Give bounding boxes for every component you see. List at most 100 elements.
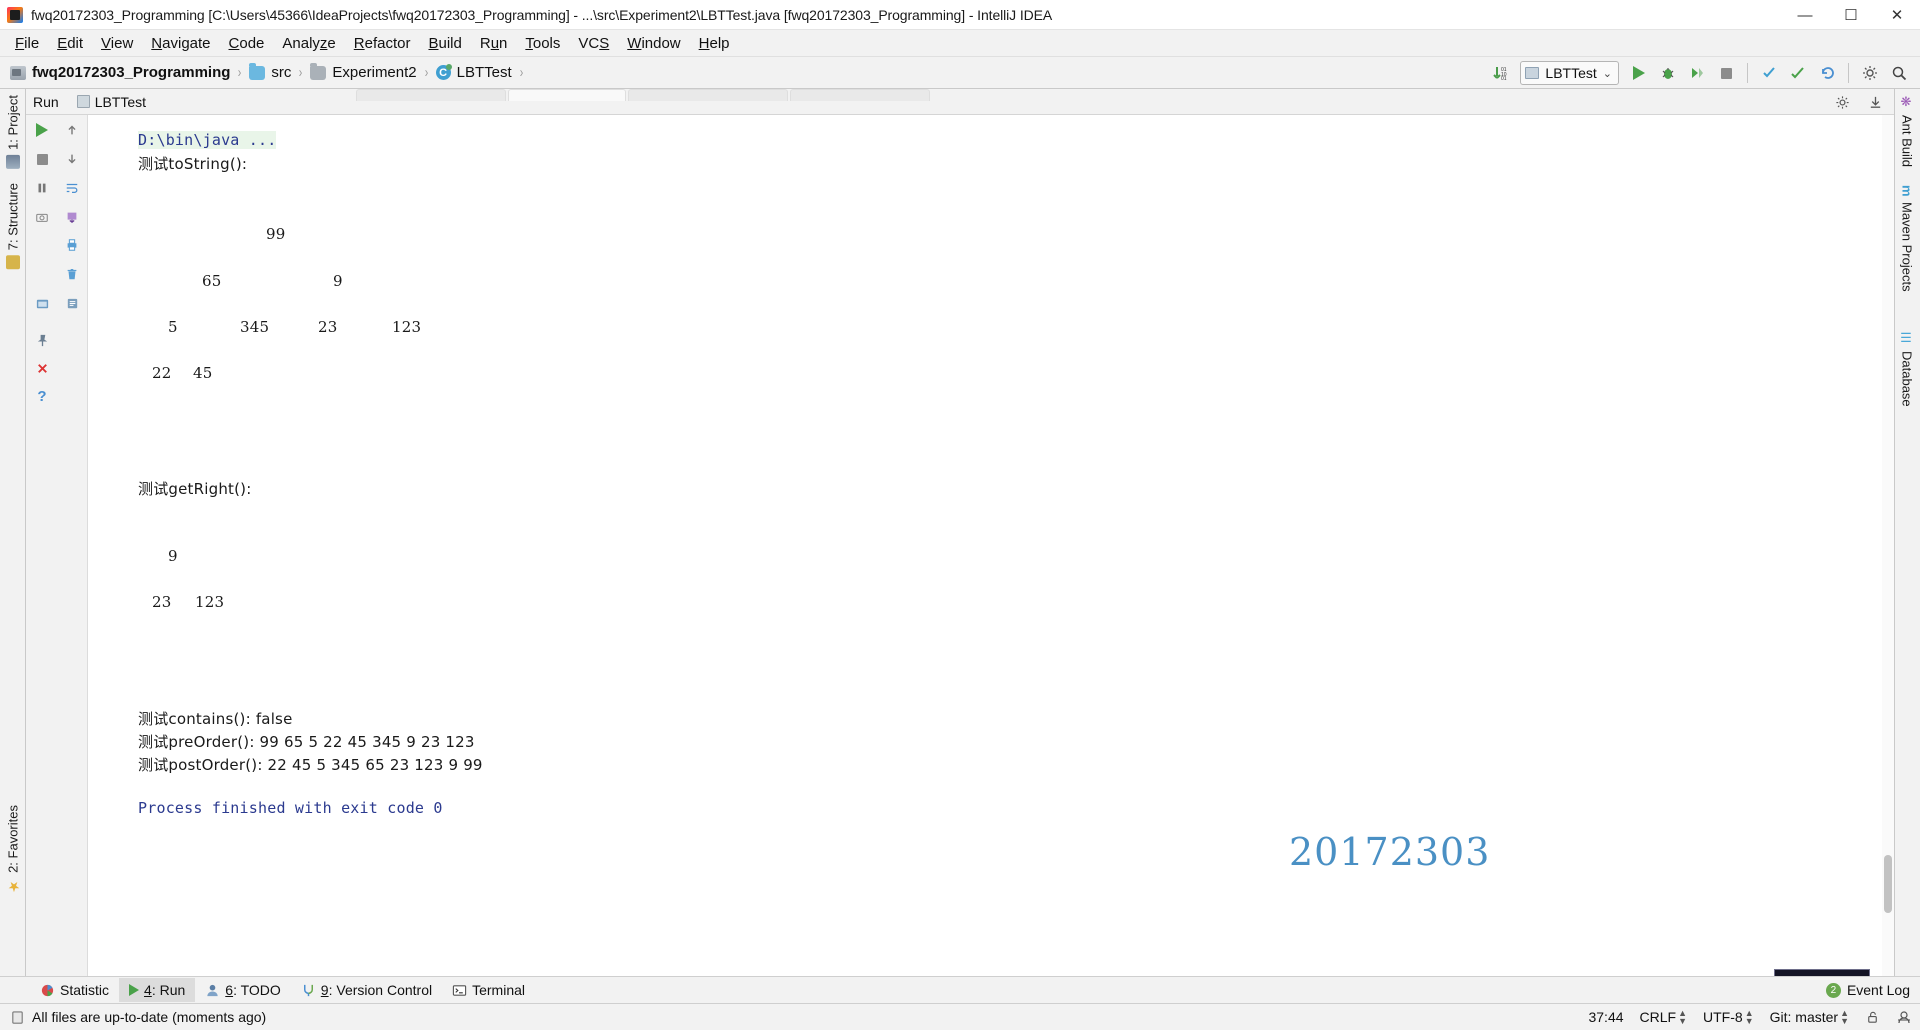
unlocked-icon[interactable] — [1865, 1010, 1880, 1025]
rollback-icon[interactable] — [1814, 60, 1840, 86]
debug-button[interactable] — [1655, 60, 1681, 86]
encoding-selector[interactable]: UTF-8 ▲ ▼ — [1703, 1009, 1754, 1026]
toolbar-divider — [1747, 63, 1748, 83]
menu-tools[interactable]: Tools — [516, 32, 569, 55]
print-button[interactable] — [59, 232, 85, 258]
bottom-tab-run-label: 4: Run — [144, 982, 186, 998]
bottom-tab-terminal[interactable]: Terminal — [442, 978, 535, 1002]
close-button[interactable] — [29, 355, 55, 381]
menu-edit[interactable]: Edit — [48, 32, 92, 55]
run-config-icon — [1525, 67, 1540, 79]
breadcrumb-separator: › — [519, 64, 523, 81]
export-button[interactable] — [29, 290, 55, 316]
tree-node: 5 — [168, 318, 178, 336]
run-configuration-selector[interactable]: LBTTest ⌄ — [1520, 61, 1619, 85]
menu-file[interactable]: File — [6, 32, 48, 55]
breadcrumb-item-experiment2[interactable]: Experiment2 — [310, 62, 417, 81]
menu-code[interactable]: Code — [220, 32, 274, 55]
tree-node: 123 — [392, 318, 422, 336]
line-separator-label: CRLF — [1639, 1009, 1677, 1025]
inspector-icon[interactable] — [1896, 1009, 1912, 1025]
sort-icon[interactable]: 01 10 01 — [1487, 60, 1513, 86]
sidebar-item-maven-projects[interactable]: m Maven Projects — [1894, 179, 1920, 297]
scroll-down-button[interactable] — [59, 146, 85, 172]
update-project-icon[interactable] — [1756, 60, 1782, 86]
sidebar-item-ant-build[interactable]: ❋ Ant Build — [1894, 89, 1920, 173]
pause-output-button[interactable] — [29, 175, 55, 201]
menu-run[interactable]: Run — [471, 32, 517, 55]
editor-tab[interactable] — [628, 89, 788, 101]
run-window-header-actions — [1829, 89, 1888, 115]
camera-button[interactable] — [29, 204, 55, 230]
menu-analyze[interactable]: Analyze — [273, 32, 344, 55]
console-output[interactable]: D:\bin\java ... 测试toString(): 99 65 9 5 … — [88, 115, 1894, 976]
statistic-icon — [41, 984, 54, 996]
console-line-contains: 测试contains(): false — [138, 710, 293, 728]
close-button[interactable]: ✕ — [1874, 0, 1920, 30]
bottom-tab-run[interactable]: 4: Run — [119, 978, 196, 1002]
line-separator-selector[interactable]: CRLF ▲ ▼ — [1639, 1009, 1687, 1026]
left-tool-strip: 1: Project 7: Structure ★ 2: Favorites — [0, 89, 26, 976]
minimize-button[interactable]: — — [1782, 0, 1828, 30]
breadcrumb-src-label: src — [271, 64, 292, 81]
sidebar-item-maven-projects-label: Maven Projects — [1899, 201, 1915, 292]
clear-all-button[interactable] — [59, 261, 85, 287]
soft-wrap-button[interactable] — [59, 175, 85, 201]
bottom-tab-statistic[interactable]: Statistic — [30, 978, 119, 1002]
run-with-coverage-button[interactable] — [1684, 60, 1710, 86]
run-button[interactable] — [1626, 60, 1652, 86]
console-vertical-scrollbar[interactable] — [1882, 115, 1894, 976]
tree-node: 9 — [333, 272, 343, 290]
student-id-watermark: 20172303 — [1289, 830, 1491, 874]
settings-gear-icon[interactable] — [1829, 89, 1855, 115]
event-log-label[interactable]: Event Log — [1847, 982, 1910, 998]
editor-tab[interactable] — [790, 89, 930, 101]
editor-tab[interactable] — [356, 89, 506, 101]
pin-tab-button[interactable] — [29, 327, 55, 353]
menu-vcs[interactable]: VCS — [569, 32, 618, 55]
tree-node: 45 — [193, 364, 213, 382]
caret-position[interactable]: 37:44 — [1588, 1009, 1623, 1025]
bottom-tab-version-control[interactable]: 9: Version Control — [291, 978, 442, 1002]
bottom-tab-terminal-label: Terminal — [472, 982, 525, 998]
scroll-up-button[interactable] — [59, 117, 85, 143]
stop-button[interactable] — [29, 146, 55, 172]
menu-build[interactable]: Build — [419, 32, 470, 55]
scrollbar-thumb[interactable] — [1884, 855, 1892, 913]
editor-tabs-peek — [356, 89, 930, 101]
spinner-icon: ▲ ▼ — [1840, 1008, 1849, 1026]
chevron-down-icon: ⌄ — [1602, 67, 1612, 80]
hide-window-icon[interactable] — [1862, 89, 1888, 115]
help-glyph: ? — [37, 387, 47, 405]
menu-help-label: elp — [709, 34, 730, 52]
menu-help[interactable]: Help — [690, 32, 739, 55]
stop-button[interactable] — [1713, 60, 1739, 86]
menu-window[interactable]: Window — [618, 32, 689, 55]
menu-refactor[interactable]: Refactor — [345, 32, 420, 55]
maven-icon: m — [1899, 185, 1915, 197]
bottom-tab-todo[interactable]: 6: TODO — [195, 978, 291, 1002]
help-button[interactable]: ? — [29, 383, 55, 409]
maximize-button[interactable]: ☐ — [1828, 0, 1874, 30]
breadcrumb-item-src[interactable]: src — [249, 62, 292, 81]
settings-icon[interactable] — [1857, 60, 1883, 86]
sidebar-item-favorites[interactable]: ★ 2: Favorites — [0, 799, 26, 900]
sidebar-item-project[interactable]: 1: Project — [0, 89, 26, 175]
breadcrumb-item-class[interactable]: C LBTTest — [435, 64, 512, 81]
commit-icon[interactable] — [1785, 60, 1811, 86]
run-window-tab-lbttest[interactable]: LBTTest — [76, 94, 146, 110]
rerun-button[interactable] — [29, 117, 55, 143]
editor-tab[interactable] — [508, 89, 626, 101]
breadcrumb-item-module[interactable]: fwq20172303_Programming — [10, 64, 230, 81]
git-branch-selector[interactable]: Git: master ▲ ▼ — [1770, 1008, 1849, 1026]
sidebar-item-database[interactable]: ☰ Database — [1894, 325, 1920, 413]
breadcrumb-class-label: LBTTest — [456, 64, 512, 81]
menu-view[interactable]: View — [92, 32, 142, 55]
source-folder-icon — [249, 62, 266, 80]
dump-threads-button[interactable] — [59, 290, 85, 316]
search-everywhere-icon[interactable] — [1886, 60, 1912, 86]
sidebar-item-structure[interactable]: 7: Structure — [0, 177, 26, 275]
scroll-to-end-button[interactable] — [59, 204, 85, 230]
menu-navigate[interactable]: Navigate — [142, 32, 219, 55]
menu-run-label: n — [499, 34, 508, 52]
